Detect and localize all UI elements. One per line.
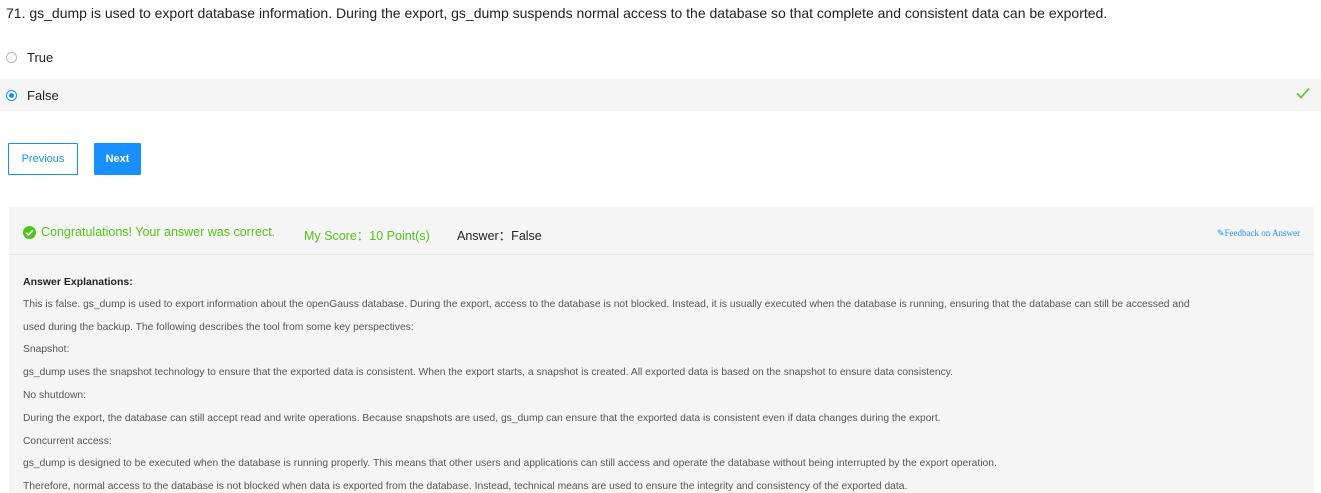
explanation-line: used during the backup. The following de… (23, 321, 414, 333)
option-true[interactable]: True (0, 41, 1321, 73)
radio-true[interactable] (6, 51, 17, 63)
check-circle-icon (23, 225, 36, 239)
quiz-page: 71. gs_dump is used to export database i… (0, 0, 1321, 493)
score-text: My Score：10 Point(s) (304, 229, 430, 243)
option-false[interactable]: False (0, 79, 1321, 111)
option-true-label: True (27, 49, 54, 65)
explanation-line: This is false. gs_dump is used to export… (23, 298, 1190, 310)
next-button[interactable]: Next (94, 143, 141, 175)
congrats-message: Congratulations! Your answer was correct… (23, 225, 275, 239)
congrats-text: Congratulations! Your answer was correct… (41, 225, 276, 239)
question-text: 71. gs_dump is used to export database i… (6, 5, 1108, 21)
answer-text: Answer：False (457, 229, 542, 243)
answer-explanations: Answer Explanations: This is false. gs_d… (23, 271, 1308, 493)
explanation-line: No shutdown: (23, 389, 86, 401)
explanation-line: Therefore, normal access to the database… (23, 481, 908, 493)
feedback-link[interactable]: ✎Feedback on Answer (1217, 228, 1300, 239)
explanations-title: Answer Explanations: (23, 276, 133, 288)
feedback-icon: ✎ (1216, 228, 1225, 238)
result-panel: Congratulations! Your answer was correct… (9, 207, 1314, 493)
explanation-line: Concurrent access: (23, 435, 112, 447)
correct-check-icon (1296, 87, 1310, 99)
explanation-line: Snapshot: (23, 344, 70, 356)
explanation-line: During the export, the database can stil… (23, 412, 941, 424)
explanation-line: gs_dump is designed to be executed when … (23, 458, 997, 470)
feedback-label: Feedback on Answer (1224, 228, 1300, 238)
option-false-label: False (27, 87, 59, 103)
explanation-line: gs_dump uses the snapshot technology to … (23, 367, 953, 379)
previous-button[interactable]: Previous (8, 143, 78, 175)
result-header: Congratulations! Your answer was correct… (9, 207, 1314, 255)
radio-false[interactable] (6, 89, 17, 101)
